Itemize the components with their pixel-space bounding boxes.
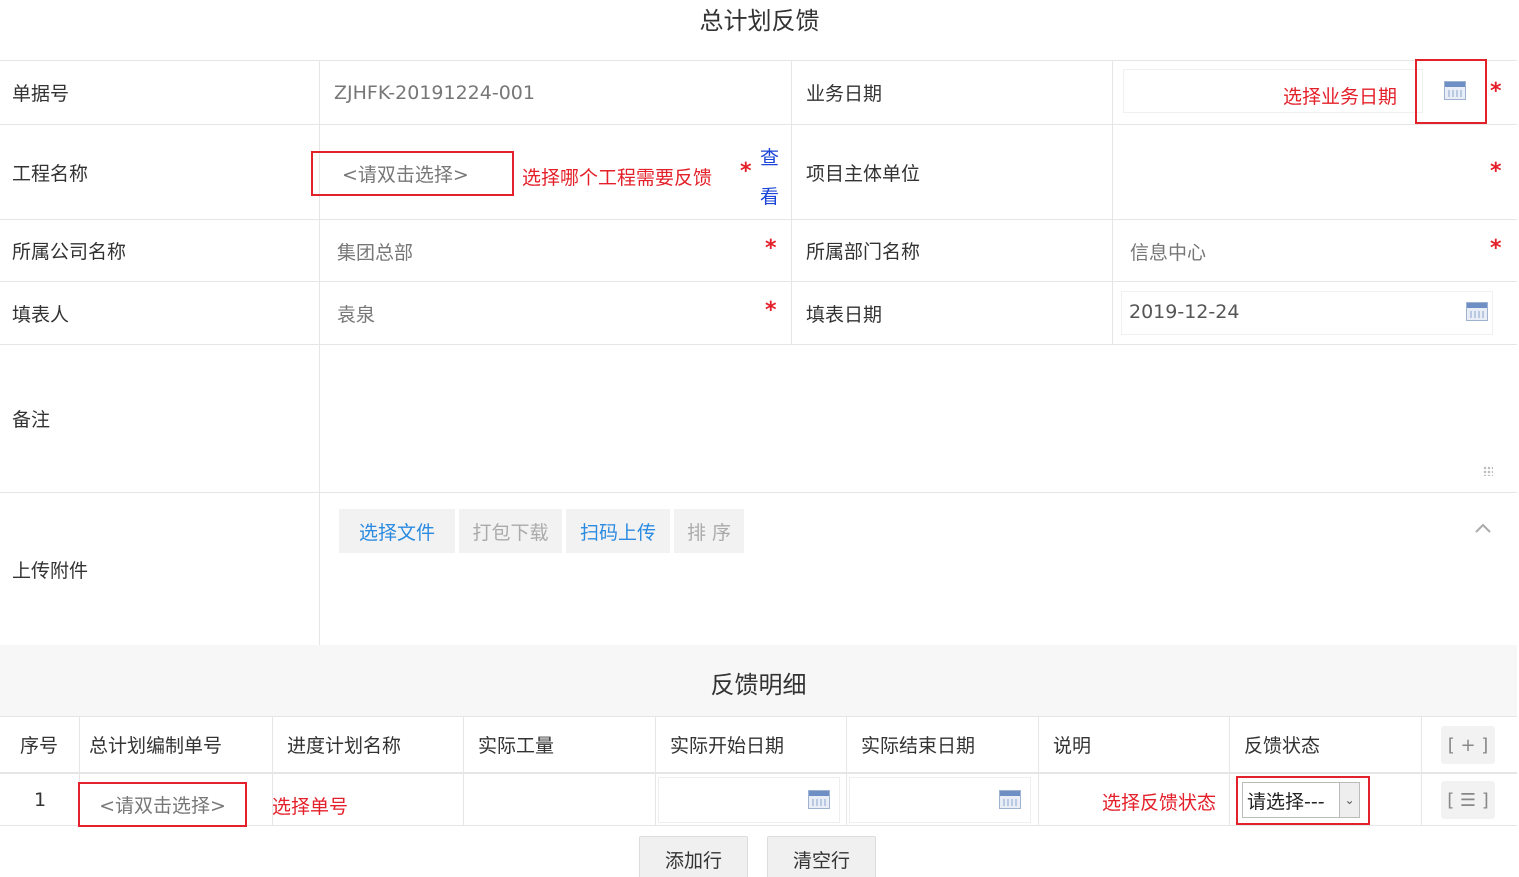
row-menu-button[interactable]: [ ☰ ] — [1441, 781, 1495, 819]
company-cell: 集团总部 * — [320, 220, 792, 281]
calendar-icon[interactable] — [808, 790, 830, 809]
chevron-up-icon[interactable] — [1475, 517, 1491, 533]
doc-no-value: ZJHFK-20191224-001 — [320, 61, 792, 124]
form-row-company: 所属公司名称 集团总部 * 所属部门名称 信息中心 * — [0, 220, 1517, 282]
form-row-attachments: 上传附件 — [0, 493, 1517, 646]
filler-label: 填表人 — [0, 282, 320, 344]
column-header: 进度计划名称 — [273, 717, 464, 772]
feedback-detail-section: 反馈明细 序号 总计划编制单号 进度计划名称 实际工量 实际开始日期 实际结束日… — [0, 645, 1517, 827]
calendar-icon[interactable] — [1466, 302, 1488, 321]
column-header-actions: [ + ] — [1422, 717, 1517, 772]
calendar-icon[interactable] — [999, 790, 1021, 809]
project-label: 工程名称 — [0, 125, 320, 219]
add-row-button[interactable]: 添加行 — [639, 836, 748, 877]
company-label: 所属公司名称 — [0, 220, 320, 281]
clear-rows-button[interactable]: 清空行 — [767, 836, 876, 877]
choose-file-button[interactable]: 选择文件 — [339, 509, 455, 553]
form-row-project: 工程名称 <请双击选择> 选择哪个工程需要反馈 * 查 看 项目主体单位 * — [0, 125, 1517, 220]
column-header: 实际开始日期 — [656, 717, 847, 772]
biz-date-label: 业务日期 — [792, 61, 1113, 124]
start-date-cell — [656, 774, 847, 825]
project-cell: <请双击选择> 选择哪个工程需要反馈 * 查 看 — [311, 125, 792, 219]
attach-label: 上传附件 — [0, 493, 320, 646]
column-header: 实际工量 — [464, 717, 656, 772]
column-header: 实际结束日期 — [847, 717, 1039, 772]
remark-cell[interactable]: 选择反馈状态 — [1039, 774, 1230, 825]
end-date-cell — [847, 774, 1039, 825]
company-value: 集团总部 — [337, 242, 414, 264]
chevron-down-icon[interactable]: ⌄ — [1339, 783, 1359, 817]
project-annotation: 选择哪个工程需要反馈 — [522, 167, 713, 189]
dept-value: 信息中心 — [1130, 242, 1207, 264]
column-header: 反馈状态 — [1230, 717, 1422, 772]
plan-no-cell: <请双击选择> — [78, 774, 273, 827]
column-header: 序号 — [0, 717, 80, 772]
calendar-icon[interactable] — [1444, 81, 1466, 100]
dept-cell: 信息中心 * — [1113, 220, 1517, 281]
remark-label: 备注 — [0, 345, 320, 492]
required-mark: * — [1490, 159, 1502, 184]
status-selected-value: 请选择--- — [1247, 790, 1325, 813]
view-link-char: 看 — [760, 186, 780, 208]
detail-title: 反馈明细 — [710, 671, 807, 699]
feedback-form: 单据号 ZJHFK-20191224-001 业务日期 选择业务日期 * 工程名… — [0, 59, 1517, 646]
resize-handle-icon[interactable] — [1483, 466, 1493, 476]
row-actions-cell: [ ☰ ] — [1422, 774, 1517, 825]
add-column-button[interactable]: [ + ] — [1441, 726, 1495, 764]
dept-label: 所属部门名称 — [792, 220, 1113, 281]
pack-download-button[interactable]: 打包下载 — [459, 509, 562, 553]
owner-unit-label: 项目主体单位 — [792, 125, 1113, 219]
plan-no-annotation: 选择单号 — [272, 796, 349, 818]
row-index: 1 — [0, 774, 80, 825]
form-row-remark: 备注 — [0, 345, 1517, 493]
filler-cell: 袁泉 * — [320, 282, 792, 344]
required-mark: * — [1490, 236, 1502, 261]
actual-work-cell[interactable] — [464, 774, 656, 825]
view-link-char: 查 — [760, 147, 780, 169]
sort-button[interactable]: 排 序 — [674, 509, 744, 553]
required-mark: * — [765, 236, 777, 261]
view-link[interactable]: 查 看 — [760, 139, 782, 217]
required-mark: * — [765, 298, 777, 323]
status-select[interactable]: 请选择--- ⌄ — [1242, 782, 1360, 818]
plan-name-cell[interactable]: 选择单号 — [272, 774, 464, 825]
required-mark: * — [1490, 79, 1502, 104]
owner-unit-cell[interactable]: * — [1113, 125, 1517, 219]
remark-textarea[interactable] — [320, 345, 1517, 492]
required-mark: * — [740, 159, 752, 184]
biz-date-annotation: 选择业务日期 — [1283, 86, 1398, 108]
column-header: 总计划编制单号 — [80, 717, 273, 772]
fill-date-cell: 2019-12-24 — [1113, 282, 1517, 344]
filler-value: 袁泉 — [337, 304, 376, 326]
column-header: 说明 — [1039, 717, 1230, 772]
project-select-input[interactable]: <请双击选择> — [311, 151, 514, 196]
status-annotation: 选择反馈状态 — [1102, 792, 1217, 814]
form-row-filler: 填表人 袁泉 * 填表日期 2019-12-24 — [0, 282, 1517, 345]
fill-date-label: 填表日期 — [792, 282, 1113, 344]
scan-upload-button[interactable]: 扫码上传 — [566, 509, 670, 553]
plan-no-input[interactable]: <请双击选择> — [78, 782, 247, 827]
table-row: 1 <请双击选择> 选择单号 选择反馈状态 [ ☰ ] 请选择--- ⌄ — [0, 773, 1517, 827]
detail-table-header: 序号 总计划编制单号 进度计划名称 实际工量 实际开始日期 实际结束日期 说明 … — [0, 716, 1517, 773]
page-title: 总计划反馈 — [699, 7, 820, 35]
form-row-doc-no: 单据号 ZJHFK-20191224-001 业务日期 选择业务日期 * — [0, 59, 1517, 125]
fill-date-value: 2019-12-24 — [1129, 301, 1240, 323]
biz-date-cell: 选择业务日期 * — [1113, 59, 1517, 124]
doc-no-label: 单据号 — [0, 61, 320, 124]
